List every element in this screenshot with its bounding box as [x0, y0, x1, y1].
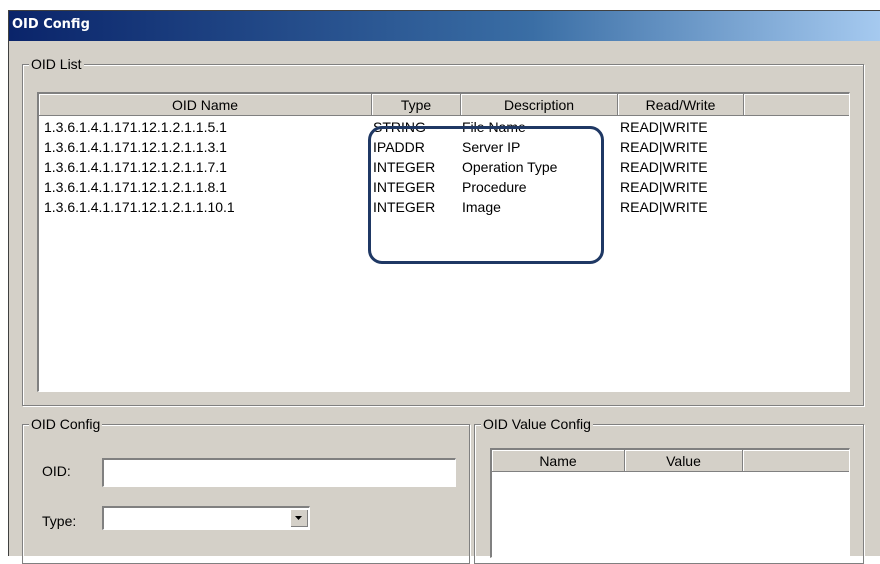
- table-row[interactable]: 1.3.6.1.4.1.171.12.1.2.1.1.5.1 STRING Fi…: [39, 117, 744, 137]
- column-header-value[interactable]: Value: [625, 450, 743, 472]
- title-bar[interactable]: OID Config: [9, 11, 880, 41]
- oid-value-list-view[interactable]: Name Value: [490, 448, 850, 558]
- oid-name-cell: 1.3.6.1.4.1.171.12.1.2.1.1.5.1: [44, 119, 227, 135]
- type-cell: IPADDR: [373, 139, 425, 155]
- type-cell: INTEGER: [373, 199, 436, 215]
- column-header-type[interactable]: Type: [372, 94, 461, 116]
- table-row[interactable]: 1.3.6.1.4.1.171.12.1.2.1.1.10.1 INTEGER …: [39, 197, 744, 217]
- oid-name-cell: 1.3.6.1.4.1.171.12.1.2.1.1.10.1: [44, 199, 235, 215]
- oid-name-cell: 1.3.6.1.4.1.171.12.1.2.1.1.7.1: [44, 159, 227, 175]
- column-header-description[interactable]: Description: [461, 94, 618, 116]
- oid-name-cell: 1.3.6.1.4.1.171.12.1.2.1.1.8.1: [44, 179, 227, 195]
- column-header-filler: [743, 450, 849, 472]
- column-header-read-write[interactable]: Read/Write: [618, 94, 744, 116]
- type-cell: INTEGER: [373, 159, 436, 175]
- oid-input[interactable]: [102, 458, 456, 487]
- table-row[interactable]: 1.3.6.1.4.1.171.12.1.2.1.1.7.1 INTEGER O…: [39, 157, 744, 177]
- read-write-cell: READ|WRITE: [620, 159, 708, 175]
- type-select[interactable]: [102, 506, 310, 530]
- table-row[interactable]: 1.3.6.1.4.1.171.12.1.2.1.1.3.1 IPADDR Se…: [39, 137, 744, 157]
- oid-config-group: OID Config: [22, 416, 470, 564]
- read-write-cell: READ|WRITE: [620, 199, 708, 215]
- oid-value-config-group-label: OID Value Config: [481, 416, 593, 432]
- description-cell: Operation Type: [462, 159, 558, 175]
- description-cell: Server IP: [462, 139, 521, 155]
- read-write-cell: READ|WRITE: [620, 179, 708, 195]
- type-select-dropdown-button[interactable]: [290, 509, 308, 527]
- table-row[interactable]: 1.3.6.1.4.1.171.12.1.2.1.1.8.1 INTEGER P…: [39, 177, 744, 197]
- description-cell: Procedure: [462, 179, 527, 195]
- window-title: OID Config: [12, 17, 90, 32]
- oid-field-label: OID:: [42, 463, 71, 479]
- read-write-cell: READ|WRITE: [620, 139, 708, 155]
- oid-config-group-label: OID Config: [29, 416, 103, 432]
- chevron-down-icon: [295, 516, 302, 520]
- read-write-cell: READ|WRITE: [620, 119, 708, 135]
- column-header-name[interactable]: Name: [492, 450, 625, 472]
- description-cell: File Name: [462, 119, 526, 135]
- type-cell: STRING: [373, 119, 426, 135]
- type-field-label: Type:: [42, 513, 77, 529]
- oid-list-group-label: OID List: [29, 56, 84, 72]
- description-cell: Image: [462, 199, 501, 215]
- column-header-filler: [744, 94, 849, 116]
- oid-name-cell: 1.3.6.1.4.1.171.12.1.2.1.1.3.1: [44, 139, 227, 155]
- column-header-oid-name[interactable]: OID Name: [39, 94, 372, 116]
- oid-list-view[interactable]: OID Name Type Description Read/Write 1.3…: [37, 92, 850, 392]
- type-cell: INTEGER: [373, 179, 436, 195]
